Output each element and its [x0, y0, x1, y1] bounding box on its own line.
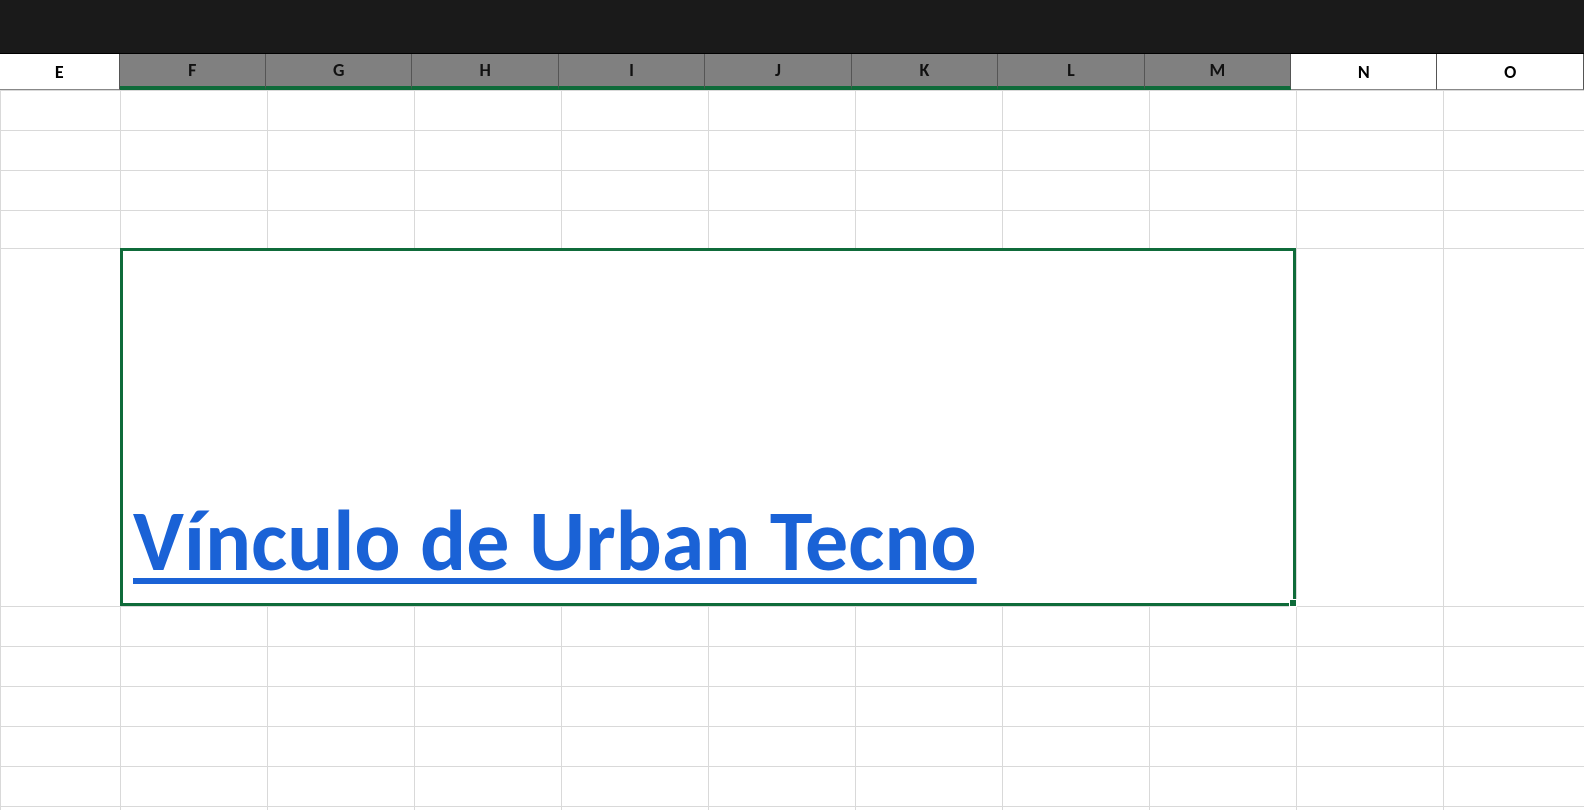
gridline-h — [0, 766, 1584, 767]
fill-handle[interactable] — [1289, 599, 1297, 607]
selected-merged-cell[interactable]: Vínculo de Urban Tecno — [120, 248, 1296, 606]
gridline-h — [0, 686, 1584, 687]
gridline-v — [1296, 90, 1297, 810]
gridline-h — [0, 646, 1584, 647]
column-header-L[interactable]: L — [998, 54, 1144, 90]
column-header-H[interactable]: H — [412, 54, 558, 90]
gridline-h — [0, 90, 1584, 91]
gridline-h — [0, 170, 1584, 171]
gridline-h — [0, 210, 1584, 211]
column-headers: E F G H I J K L M N O — [0, 54, 1584, 90]
column-header-F[interactable]: F — [120, 54, 266, 90]
ribbon-bar — [0, 0, 1584, 54]
gridline-v — [1443, 90, 1444, 810]
column-header-E[interactable]: E — [0, 54, 120, 90]
column-header-G[interactable]: G — [266, 54, 412, 90]
gridline-h — [0, 726, 1584, 727]
hyperlink-cell-text[interactable]: Vínculo de Urban Tecno — [133, 497, 977, 587]
column-header-J[interactable]: J — [705, 54, 851, 90]
spreadsheet-grid[interactable]: Vínculo de Urban Tecno — [0, 90, 1584, 810]
gridline-h — [0, 806, 1584, 807]
gridline-v — [0, 90, 1, 810]
gridline-h — [0, 130, 1584, 131]
column-header-N[interactable]: N — [1291, 54, 1437, 90]
column-header-I[interactable]: I — [559, 54, 705, 90]
gridline-h — [0, 606, 1584, 607]
column-header-M[interactable]: M — [1145, 54, 1291, 90]
column-header-K[interactable]: K — [852, 54, 998, 90]
column-header-O[interactable]: O — [1437, 54, 1583, 90]
